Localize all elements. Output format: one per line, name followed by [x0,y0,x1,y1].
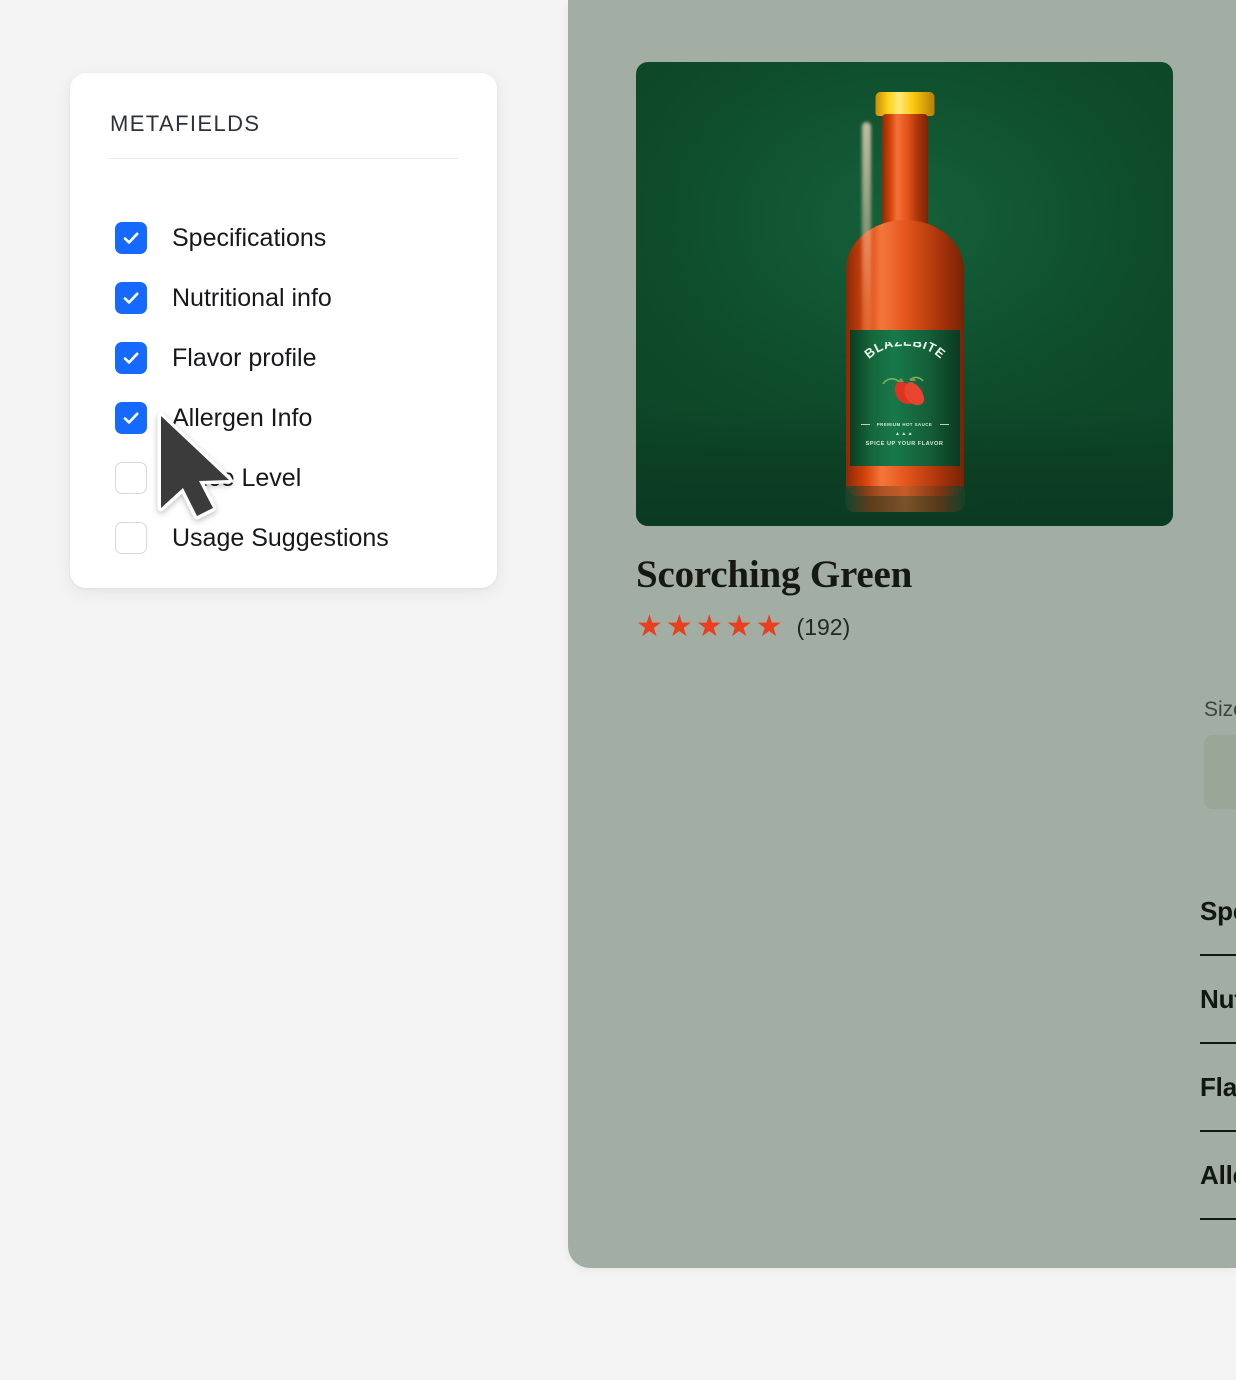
accordion-row-specifications[interactable]: Specifications + [1200,868,1236,956]
metafield-label: Specifications [172,224,326,253]
accordion-row-nutritional-info[interactable]: Nutritional info + [1200,956,1236,1044]
accordion-label: Flavor profile [1200,1072,1236,1103]
product-image: BLAZEBITE PREMIUM HOT [636,62,1173,526]
metafield-label: Nutritional info [172,284,332,313]
metafield-label: Spice Level [172,464,301,493]
checkbox-unchecked-icon[interactable] [115,522,147,554]
metafield-item-specifications[interactable]: Specifications [115,208,485,268]
bottle-cap [875,92,934,116]
metafield-accordion: Specifications + Nutritional info + Flav… [1200,868,1236,1220]
bottle-neck [882,114,928,234]
metafield-label: Allergen Info [172,404,312,433]
star-icon: ★ [726,612,753,642]
brand-arc-text: BLAZEBITE [850,342,960,372]
metafields-card: METAFIELDS Specifications Nutritional in… [70,73,497,588]
accordion-row-flavor-profile[interactable]: Flavor profile + [1200,1044,1236,1132]
metafields-divider [108,158,458,159]
brand-name: BLAZEBITE [861,342,948,362]
size-option-group: Size Large [1204,698,1236,809]
checkbox-checked-icon[interactable] [115,342,147,374]
star-rating-icons: ★ ★ ★ ★ ★ [636,612,783,642]
chili-pepper-icon [850,372,960,417]
checkbox-unchecked-icon[interactable] [115,462,147,494]
size-select[interactable]: Large [1204,735,1236,809]
metafield-label: Usage Suggestions [172,524,389,553]
metafield-label: Flavor profile [172,344,317,373]
label-tagline-top: PREMIUM HOT SAUCE [850,422,960,427]
metafield-item-nutritional-info[interactable]: Nutritional info [115,268,485,328]
checkbox-checked-icon[interactable] [115,402,147,434]
product-preview-panel: BLAZEBITE PREMIUM HOT [568,0,1236,1268]
metafield-item-usage-suggestions[interactable]: Usage Suggestions [115,508,485,568]
checkbox-checked-icon[interactable] [115,282,147,314]
metafield-item-flavor-profile[interactable]: Flavor profile [115,328,485,388]
label-triangles: ▲▲▲ [850,431,960,437]
hot-sauce-bottle-illustration: BLAZEBITE PREMIUM HOT [840,92,970,512]
product-title: Scorching Green [636,552,912,597]
star-icon: ★ [636,612,663,642]
star-icon: ★ [756,612,783,642]
star-icon: ★ [696,612,723,642]
metafields-title: METAFIELDS [110,111,261,137]
product-options: Size Large Quantity − 1 + [1204,698,1236,809]
metafields-list: Specifications Nutritional info Flavor p… [115,208,485,568]
accordion-row-allergen-info[interactable]: Allergen info + [1200,1132,1236,1220]
accordion-label: Nutritional info [1200,984,1236,1015]
metafield-item-allergen-info[interactable]: Allergen Info [115,388,485,448]
review-count: (192) [797,614,851,641]
svg-text:BLAZEBITE: BLAZEBITE [861,342,948,362]
bottle-label: BLAZEBITE PREMIUM HOT [850,330,960,466]
bottle-base [845,486,965,512]
metafield-item-spice-level[interactable]: Spice Level [115,448,485,508]
label-tagline-bottom: SPICE UP YOUR FLAVOR [850,441,960,447]
star-icon: ★ [666,612,693,642]
size-label: Size [1204,698,1236,722]
accordion-label: Specifications [1200,896,1236,927]
product-rating: ★ ★ ★ ★ ★ (192) [636,612,850,642]
checkbox-checked-icon[interactable] [115,222,147,254]
accordion-label: Allergen info [1200,1160,1236,1191]
